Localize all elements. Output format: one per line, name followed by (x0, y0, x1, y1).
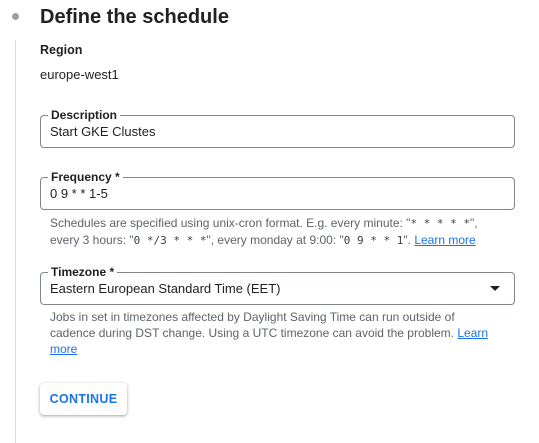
timezone-learn-more-link-b[interactable]: more (50, 342, 77, 356)
continue-button[interactable]: CONTINUE (40, 383, 127, 415)
timezone-hint-line1: Jobs in set in timezones affected by Day… (50, 310, 455, 324)
timezone-hint-line3: more (50, 341, 490, 357)
timezone-hint: Jobs in set in timezones affected by Day… (50, 309, 490, 357)
region-value: europe-west1 (40, 67, 119, 82)
cron-example-minute: * * * * * (410, 217, 471, 230)
dropdown-arrow-icon[interactable] (490, 286, 500, 291)
step-indicator-dot (12, 13, 19, 20)
frequency-learn-more-link[interactable]: Learn more (414, 233, 475, 247)
timezone-select[interactable]: Timezone * Eastern European Standard Tim… (40, 265, 515, 305)
frequency-input-value[interactable]: 0 9 * * 1-5 (50, 186, 108, 201)
frequency-label: Frequency * (48, 170, 123, 184)
step-title: Define the schedule (40, 6, 229, 28)
step-connector-line (15, 40, 16, 443)
frequency-hint-line2: every 3 hours: "0 */3 * * *", every mond… (50, 233, 476, 247)
frequency-hint: Schedules are specified using unix-cron … (50, 215, 490, 249)
timezone-hint-line2: cadence during DST change. Using a UTC t… (50, 326, 489, 340)
region-label: Region (40, 43, 83, 57)
timezone-label: Timezone * (48, 265, 118, 279)
cron-example-3hours: 0 */3 * * * (133, 234, 207, 247)
timezone-learn-more-link-a[interactable]: Learn (457, 326, 488, 340)
frequency-field[interactable]: Frequency * 0 9 * * 1-5 (40, 170, 515, 210)
description-input-value[interactable]: Start GKE Clustes (50, 124, 155, 139)
cron-example-monday: 0 9 * * 1 (343, 234, 404, 247)
description-label: Description (48, 108, 121, 122)
frequency-hint-line1: Schedules are specified using unix-cron … (50, 216, 478, 230)
description-field[interactable]: Description Start GKE Clustes (40, 108, 515, 148)
timezone-selected-value[interactable]: Eastern European Standard Time (EET) (50, 281, 281, 296)
